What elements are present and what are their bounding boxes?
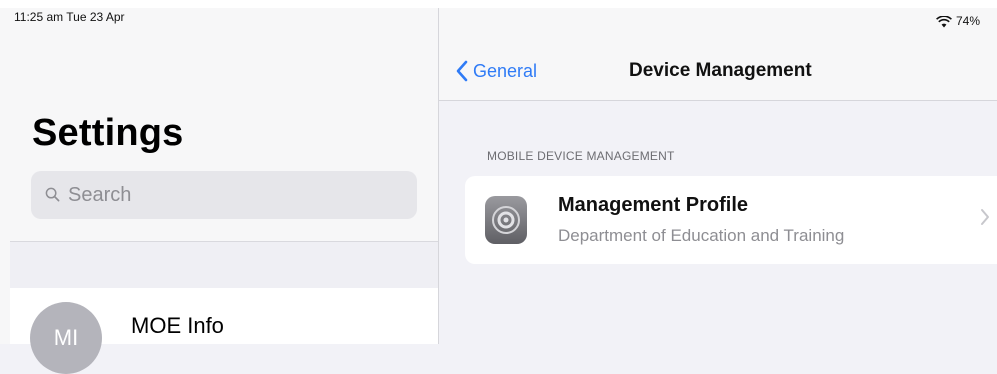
management-profile-row[interactable]: Management Profile Department of Educati… xyxy=(465,176,997,264)
nav-divider xyxy=(439,100,997,101)
top-strip xyxy=(0,0,997,8)
section-spacer xyxy=(10,242,438,288)
avatar: MI xyxy=(30,302,102,374)
status-time: 11:25 am Tue 23 Apr xyxy=(14,10,125,24)
navigation-bar: 74% General Device Management xyxy=(439,8,997,101)
chevron-right-icon xyxy=(981,209,989,225)
nav-title: Device Management xyxy=(629,60,812,81)
settings-gear-icon xyxy=(485,196,527,244)
battery-percentage: 74% xyxy=(956,14,981,28)
search-placeholder: Search xyxy=(68,184,132,206)
back-button[interactable]: General xyxy=(455,58,537,84)
wifi-icon xyxy=(936,16,952,28)
profile-name: Management Profile xyxy=(558,194,749,216)
profile-organization: Department of Education and Training xyxy=(558,226,845,245)
page-title: Settings xyxy=(32,112,184,154)
back-label: General xyxy=(473,60,538,81)
search-input[interactable]: Search xyxy=(31,171,417,219)
account-row[interactable]: MI MOE Info xyxy=(10,288,438,374)
account-name: MOE Info xyxy=(131,313,224,338)
search-icon xyxy=(45,187,60,202)
section-header: MOBILE DEVICE MANAGEMENT xyxy=(487,149,675,163)
back-chevron-icon xyxy=(456,60,468,82)
